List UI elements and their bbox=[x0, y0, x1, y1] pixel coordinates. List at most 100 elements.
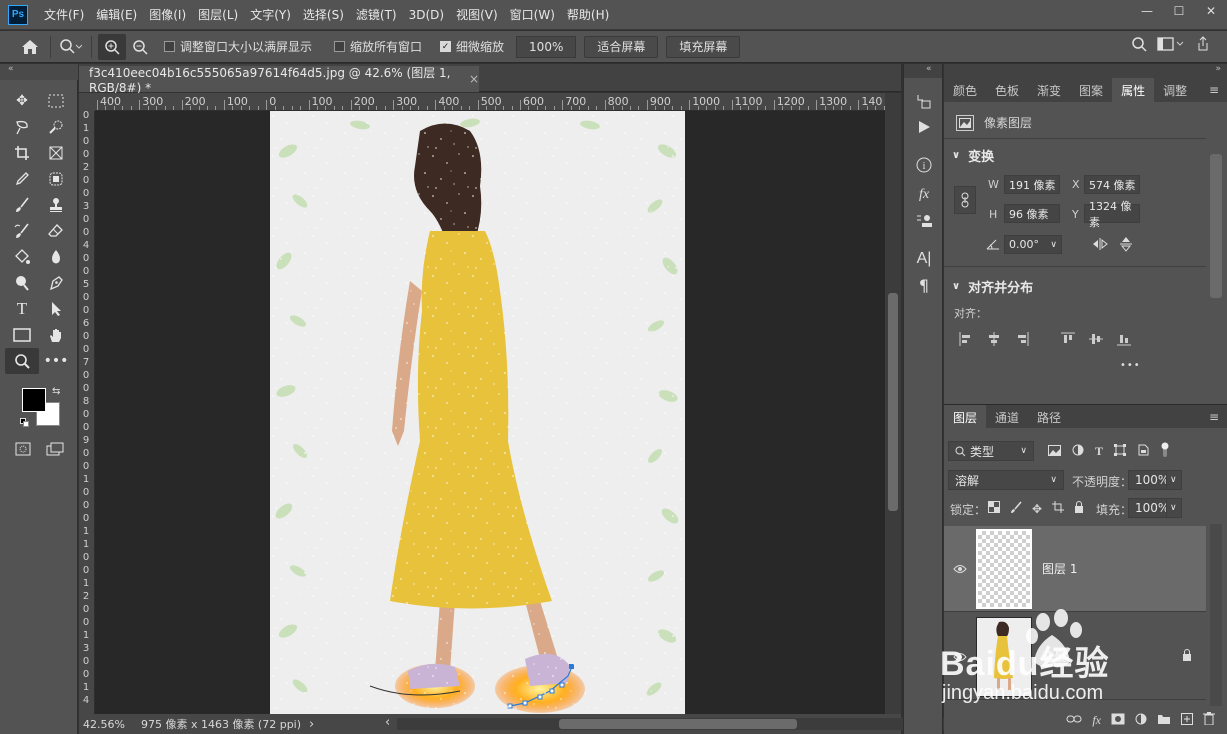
vertical-scrollbar[interactable] bbox=[885, 93, 901, 714]
dodge-tool-icon[interactable] bbox=[5, 270, 39, 296]
minimize-button[interactable]: — bbox=[1131, 0, 1163, 22]
filter-adjustment-icon[interactable] bbox=[1072, 444, 1084, 459]
new-adjustment-icon[interactable] bbox=[1135, 713, 1147, 728]
search-icon[interactable] bbox=[1131, 36, 1147, 55]
hand-tool-icon[interactable] bbox=[39, 322, 73, 348]
screen-mode-icon[interactable] bbox=[42, 436, 68, 462]
document-close-icon[interactable]: × bbox=[469, 72, 479, 86]
eyedropper-tool-icon[interactable] bbox=[5, 166, 39, 192]
tab-gradients[interactable]: 渐变 bbox=[1028, 78, 1070, 102]
more-tools-icon[interactable]: ••• bbox=[39, 348, 73, 374]
tab-adjustments[interactable]: 调整 bbox=[1154, 78, 1196, 102]
close-button[interactable]: ✕ bbox=[1195, 0, 1227, 22]
align-middle-v-icon[interactable] bbox=[1086, 330, 1106, 348]
vertical-scroll-thumb[interactable] bbox=[888, 293, 898, 511]
blur-tool-icon[interactable] bbox=[39, 244, 73, 270]
horizontal-scrollbar[interactable]: ‹ › bbox=[385, 715, 969, 730]
lock-all-icon[interactable] bbox=[1074, 501, 1084, 516]
workspace-icon[interactable] bbox=[1157, 36, 1185, 55]
layer-name[interactable]: 背景 bbox=[1042, 648, 1066, 665]
align-left-icon[interactable] bbox=[956, 330, 976, 348]
scroll-left-arrow[interactable]: ‹ bbox=[385, 715, 390, 730]
menu-file[interactable]: 文件(F) bbox=[38, 0, 90, 30]
delete-layer-icon[interactable] bbox=[1203, 712, 1215, 728]
transform-section-title[interactable]: ∨ 变换 bbox=[952, 146, 994, 165]
layer-thumbnail[interactable] bbox=[976, 616, 1032, 697]
clone-source-icon[interactable] bbox=[904, 208, 944, 234]
menu-select[interactable]: 选择(S) bbox=[297, 0, 350, 30]
quick-selection-icon[interactable] bbox=[39, 114, 73, 140]
canvas-area[interactable] bbox=[95, 111, 885, 714]
brush-tool-icon[interactable] bbox=[5, 192, 39, 218]
blend-mode-dropdown[interactable]: 溶解 ∨ bbox=[948, 470, 1064, 490]
layers-scrollbar[interactable] bbox=[1210, 524, 1222, 706]
opacity-dropdown-button[interactable]: ∨ bbox=[1166, 470, 1182, 490]
layer-filter-dropdown[interactable]: 类型 ∨ bbox=[948, 441, 1034, 461]
move-tool-icon[interactable]: ✥ bbox=[5, 88, 39, 114]
horizontal-scroll-thumb[interactable] bbox=[559, 719, 797, 729]
status-menu-arrow[interactable]: › bbox=[309, 717, 314, 732]
align-right-icon[interactable] bbox=[1012, 330, 1032, 348]
checkbox-box[interactable] bbox=[334, 41, 346, 52]
x-field[interactable]: 574 像素 bbox=[1084, 175, 1140, 194]
menu-help[interactable]: 帮助(H) bbox=[561, 0, 615, 30]
stamp-tool-icon[interactable] bbox=[39, 192, 73, 218]
align-bottom-icon[interactable] bbox=[1114, 330, 1134, 348]
lasso-tool-icon[interactable] bbox=[5, 114, 39, 140]
menu-image[interactable]: 图像(I) bbox=[143, 0, 192, 30]
lock-position-icon[interactable]: ✥ bbox=[1032, 502, 1042, 516]
layers-menu-icon[interactable]: ≡ bbox=[1201, 405, 1227, 428]
properties-scroll-thumb[interactable] bbox=[1210, 154, 1222, 298]
lock-artboard-icon[interactable] bbox=[1052, 501, 1065, 516]
patch-tool-icon[interactable] bbox=[39, 166, 73, 192]
menu-3d[interactable]: 3D(D) bbox=[403, 0, 450, 30]
align-section-title[interactable]: ∨ 对齐并分布 bbox=[952, 277, 1033, 296]
actions-play-icon[interactable] bbox=[904, 114, 944, 140]
link-dimensions-icon[interactable] bbox=[954, 186, 976, 214]
home-icon[interactable] bbox=[16, 34, 44, 60]
marquee-tool-icon[interactable] bbox=[39, 88, 73, 114]
quick-mask-icon[interactable] bbox=[10, 436, 36, 462]
tab-swatches[interactable]: 色板 bbox=[986, 78, 1028, 102]
layer-row-background[interactable]: 背景 bbox=[944, 614, 1206, 700]
resize-windows-checkbox[interactable]: 调整窗口大小以满屏显示 bbox=[164, 38, 312, 55]
link-layers-icon[interactable] bbox=[1066, 713, 1082, 727]
tab-paths[interactable]: 路径 bbox=[1028, 405, 1070, 429]
new-layer-icon[interactable] bbox=[1181, 712, 1193, 728]
angle-field[interactable]: 0.00° ∨ bbox=[1004, 235, 1062, 254]
zoom-out-icon[interactable] bbox=[126, 34, 154, 60]
fit-screen-button[interactable]: 适合屏幕 bbox=[584, 35, 659, 58]
crop-tool-icon[interactable] bbox=[5, 140, 39, 166]
lock-transparent-icon[interactable] bbox=[988, 501, 1000, 516]
expand-panels-icon[interactable]: » bbox=[1215, 64, 1221, 74]
flip-vertical-icon[interactable] bbox=[1120, 236, 1132, 255]
type-tool-icon[interactable]: T bbox=[5, 296, 39, 322]
document-tab[interactable]: f3c410eec04b16c555065a97614f64d5.jpg @ 4… bbox=[79, 66, 479, 95]
visibility-eye-icon[interactable] bbox=[944, 652, 976, 662]
new-group-icon[interactable] bbox=[1157, 713, 1171, 728]
swap-colors-icon[interactable]: ⇆ bbox=[52, 386, 60, 397]
menu-filter[interactable]: 滤镜(T) bbox=[350, 0, 403, 30]
foreground-color-swatch[interactable] bbox=[22, 388, 46, 412]
height-field[interactable]: 96 像素 bbox=[1004, 204, 1060, 223]
filter-smart-object-icon[interactable] bbox=[1137, 444, 1149, 459]
fill-screen-button[interactable]: 填充屏幕 bbox=[666, 35, 741, 58]
tab-patterns[interactable]: 图案 bbox=[1070, 78, 1112, 102]
styles-fx-icon[interactable]: fx bbox=[904, 182, 944, 208]
align-top-icon[interactable] bbox=[1058, 330, 1078, 348]
share-icon[interactable] bbox=[1195, 36, 1211, 55]
checkbox-checked[interactable]: ✓ bbox=[440, 41, 452, 52]
zoom-preset-icon[interactable] bbox=[57, 34, 85, 60]
paint-bucket-icon[interactable] bbox=[5, 244, 39, 270]
y-field[interactable]: 1324 像素 bbox=[1084, 200, 1140, 229]
menu-view[interactable]: 视图(V) bbox=[450, 0, 504, 30]
width-field[interactable]: 191 像素 bbox=[1004, 175, 1060, 194]
character-icon[interactable]: A| bbox=[904, 246, 944, 272]
menu-window[interactable]: 窗口(W) bbox=[504, 0, 561, 30]
filter-shape-icon[interactable] bbox=[1114, 444, 1127, 459]
menu-edit[interactable]: 编辑(E) bbox=[90, 0, 143, 30]
maximize-button[interactable]: ☐ bbox=[1163, 0, 1195, 22]
history-icon[interactable] bbox=[904, 88, 944, 114]
zoom-in-icon[interactable] bbox=[98, 33, 126, 60]
paragraph-icon[interactable]: ¶ bbox=[904, 272, 944, 298]
